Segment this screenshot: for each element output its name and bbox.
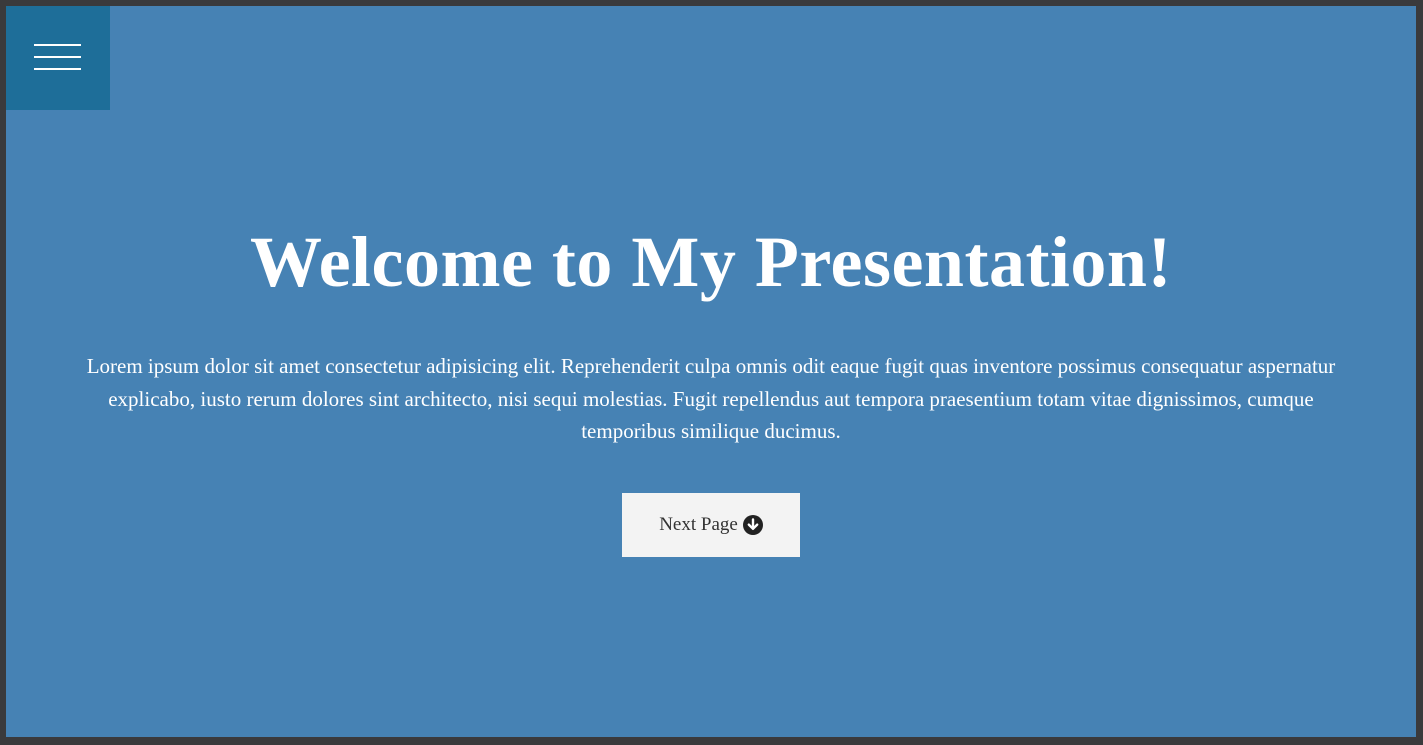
arrow-circle-down-icon — [742, 514, 763, 535]
hero-description: Lorem ipsum dolor sit amet consectetur a… — [86, 354, 1336, 443]
hamburger-menu-icon — [34, 44, 81, 46]
hamburger-menu-icon-bar — [34, 68, 81, 70]
slide-frame: Welcome to My Presentation! Lorem ipsum … — [6, 6, 1416, 737]
hamburger-menu-icon-bar — [34, 56, 81, 58]
next-page-label: Next Page — [659, 513, 738, 535]
menu-toggle-button[interactable] — [6, 6, 110, 110]
page-title: Welcome to My Presentation! — [250, 222, 1172, 302]
hero-section: Welcome to My Presentation! Lorem ipsum … — [6, 218, 1416, 557]
next-page-button[interactable]: Next Page — [622, 492, 800, 557]
